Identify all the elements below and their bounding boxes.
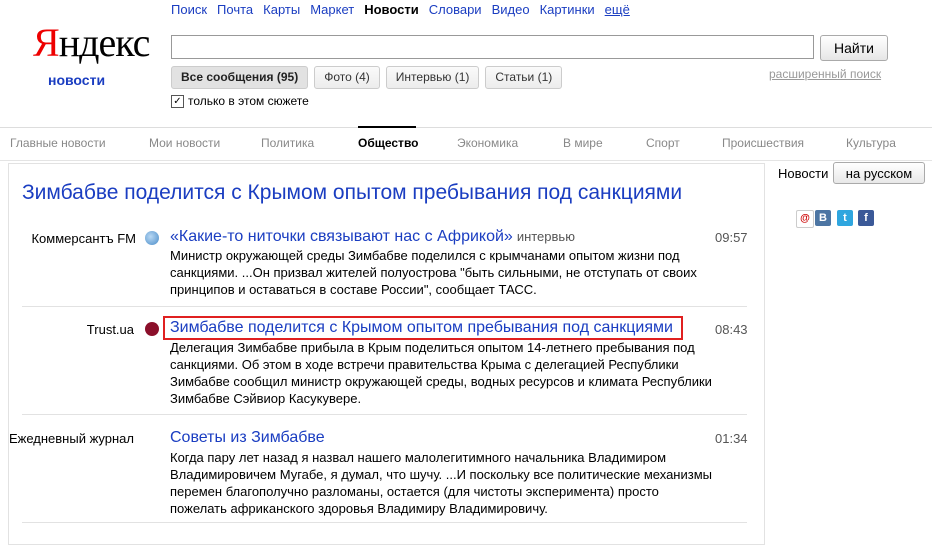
language-label: Новости: [778, 166, 829, 181]
news-source[interactable]: Trust.ua: [6, 322, 134, 337]
news-snippet: Министр окружающей среды Зимбабве подели…: [170, 248, 697, 297]
filter-photo[interactable]: Фото (4): [314, 66, 380, 89]
news-time: 09:57: [715, 230, 748, 245]
mail-ru-share-icon[interactable]: @: [796, 210, 814, 228]
story-only-checkbox[interactable]: ✓: [171, 94, 184, 108]
story-title[interactable]: Зимбабве поделится с Крымом опытом пребы…: [22, 181, 682, 205]
news-headline[interactable]: «Какие-то ниточки связывают нас с Африко…: [170, 228, 575, 246]
yandex-logo[interactable]: Яндекс: [33, 20, 151, 65]
active-category-indicator: [358, 126, 416, 128]
headline-highlight-box: [163, 316, 683, 340]
top-nav-video[interactable]: Видео: [492, 2, 530, 17]
top-nav-images[interactable]: Картинки: [540, 2, 595, 17]
news-headline[interactable]: Советы из Зимбабве: [170, 429, 325, 447]
source-logo-icon: [145, 322, 159, 336]
search-input[interactable]: [171, 35, 814, 59]
story-only-label: только в этом сюжете: [188, 94, 309, 108]
logo-rest: ндекс: [58, 20, 151, 65]
top-nav-search[interactable]: Поиск: [171, 2, 207, 17]
news-time: 08:43: [715, 322, 748, 337]
news-time: 01:34: [715, 431, 748, 446]
news-source[interactable]: Коммерсантъ FM: [8, 231, 136, 246]
twitter-share-icon[interactable]: t: [837, 210, 853, 226]
news-snippet: Когда пару лет назад я назвал нашего мал…: [170, 450, 712, 516]
language-button[interactable]: на русском: [833, 162, 925, 184]
filter-interview[interactable]: Интервью (1): [385, 66, 480, 89]
filter-all-messages[interactable]: Все сообщения (95): [171, 66, 309, 89]
category-nav: Главные новости Мои новости Политика Общ…: [0, 126, 932, 161]
news-snippet: Делегация Зимбабве прибыла в Крым подели…: [170, 340, 712, 406]
top-nav-dictionaries[interactable]: Словари: [429, 2, 482, 17]
facebook-share-icon[interactable]: f: [858, 210, 874, 226]
filter-bar: Все сообщения (95) Фото (4) Интервью (1)…: [171, 66, 563, 89]
search-button[interactable]: Найти: [820, 35, 888, 61]
vk-share-icon[interactable]: В: [815, 210, 831, 226]
top-nav: Поиск Почта Карты Маркет Новости Словари…: [171, 2, 640, 17]
top-nav-maps[interactable]: Карты: [263, 2, 300, 17]
globe-icon: [145, 231, 159, 245]
news-headline-text[interactable]: «Какие-то ниточки связывают нас с Африко…: [170, 228, 513, 245]
filter-articles[interactable]: Статьи (1): [485, 66, 563, 89]
logo-subtitle[interactable]: новости: [48, 72, 105, 88]
divider: [22, 522, 747, 523]
divider: [22, 306, 747, 307]
divider: [22, 414, 747, 415]
news-type-tag: интервью: [516, 229, 575, 244]
story-only-checkbox-row: ✓ только в этом сюжете: [171, 94, 309, 108]
news-source[interactable]: Ежедневный журнал: [6, 431, 134, 446]
top-nav-market[interactable]: Маркет: [310, 2, 354, 17]
advanced-search-link[interactable]: расширенный поиск: [769, 67, 881, 81]
top-nav-more[interactable]: ещё: [605, 2, 630, 17]
logo-first-letter: Я: [33, 20, 60, 65]
top-nav-news[interactable]: Новости: [364, 2, 419, 17]
category-culture[interactable]: Культура: [846, 136, 932, 150]
top-nav-mail[interactable]: Почта: [217, 2, 253, 17]
